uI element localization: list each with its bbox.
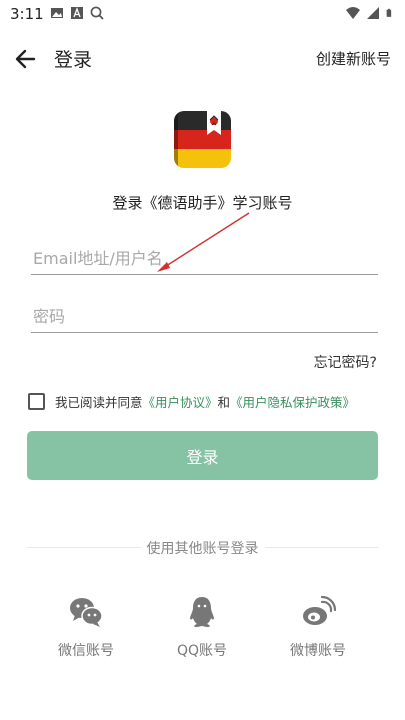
agreement-text: 我已阅读并同意《用户协议》和《用户隐私保护政策》	[55, 392, 355, 411]
create-account-link[interactable]: 创建新账号	[316, 48, 391, 69]
forgot-password-link[interactable]: 忘记密码?	[314, 352, 377, 372]
agreement-row: 我已阅读并同意《用户协议》和《用户隐私保护政策》	[28, 390, 355, 412]
qq-login-button[interactable]: QQ账号	[157, 594, 247, 660]
system-icons	[346, 6, 395, 20]
wechat-label: 微信账号	[58, 643, 114, 659]
status-time: 3:11	[10, 5, 44, 23]
agreement-prefix: 我已阅读并同意	[55, 394, 143, 410]
wechat-icon	[70, 598, 103, 627]
back-arrow-icon[interactable]	[12, 46, 40, 72]
app-bar: 登录 创建新账号	[0, 36, 405, 82]
email-username-input[interactable]	[31, 242, 378, 275]
social-heading-wrap: 使用其他账号登录	[27, 538, 378, 558]
social-heading: 使用其他账号登录	[140, 541, 265, 557]
font-notification-icon	[71, 7, 83, 19]
status-bar: 3:11	[0, 0, 405, 28]
gallery-notification-icon	[51, 8, 63, 18]
wifi-icon	[346, 7, 360, 19]
signal-icon	[367, 7, 379, 19]
wechat-login-button[interactable]: 微信账号	[41, 594, 131, 660]
login-button[interactable]: 登录	[27, 431, 378, 480]
app-logo-icon	[174, 111, 231, 168]
qq-label: QQ账号	[176, 643, 228, 659]
weibo-login-button[interactable]: 微博账号	[273, 594, 363, 660]
dict-search-notification-icon	[90, 6, 104, 20]
agreement-and: 和	[217, 394, 231, 410]
weibo-label: 微博账号	[290, 643, 346, 659]
privacy-policy-link[interactable]: 《用户隐私保护政策》	[230, 395, 355, 410]
user-agreement-link[interactable]: 《用户协议》	[143, 395, 218, 410]
agreement-checkbox[interactable]	[28, 392, 45, 410]
page-title: 登录	[54, 49, 93, 71]
battery-icon	[386, 8, 392, 17]
weibo-icon	[303, 595, 336, 625]
social-divider: 使用其他账号登录	[27, 536, 378, 558]
qq-icon	[190, 597, 214, 627]
login-subtitle: 登录《德语助手》学习账号	[112, 194, 293, 212]
notification-icons	[50, 6, 104, 20]
password-input[interactable]	[31, 300, 378, 333]
